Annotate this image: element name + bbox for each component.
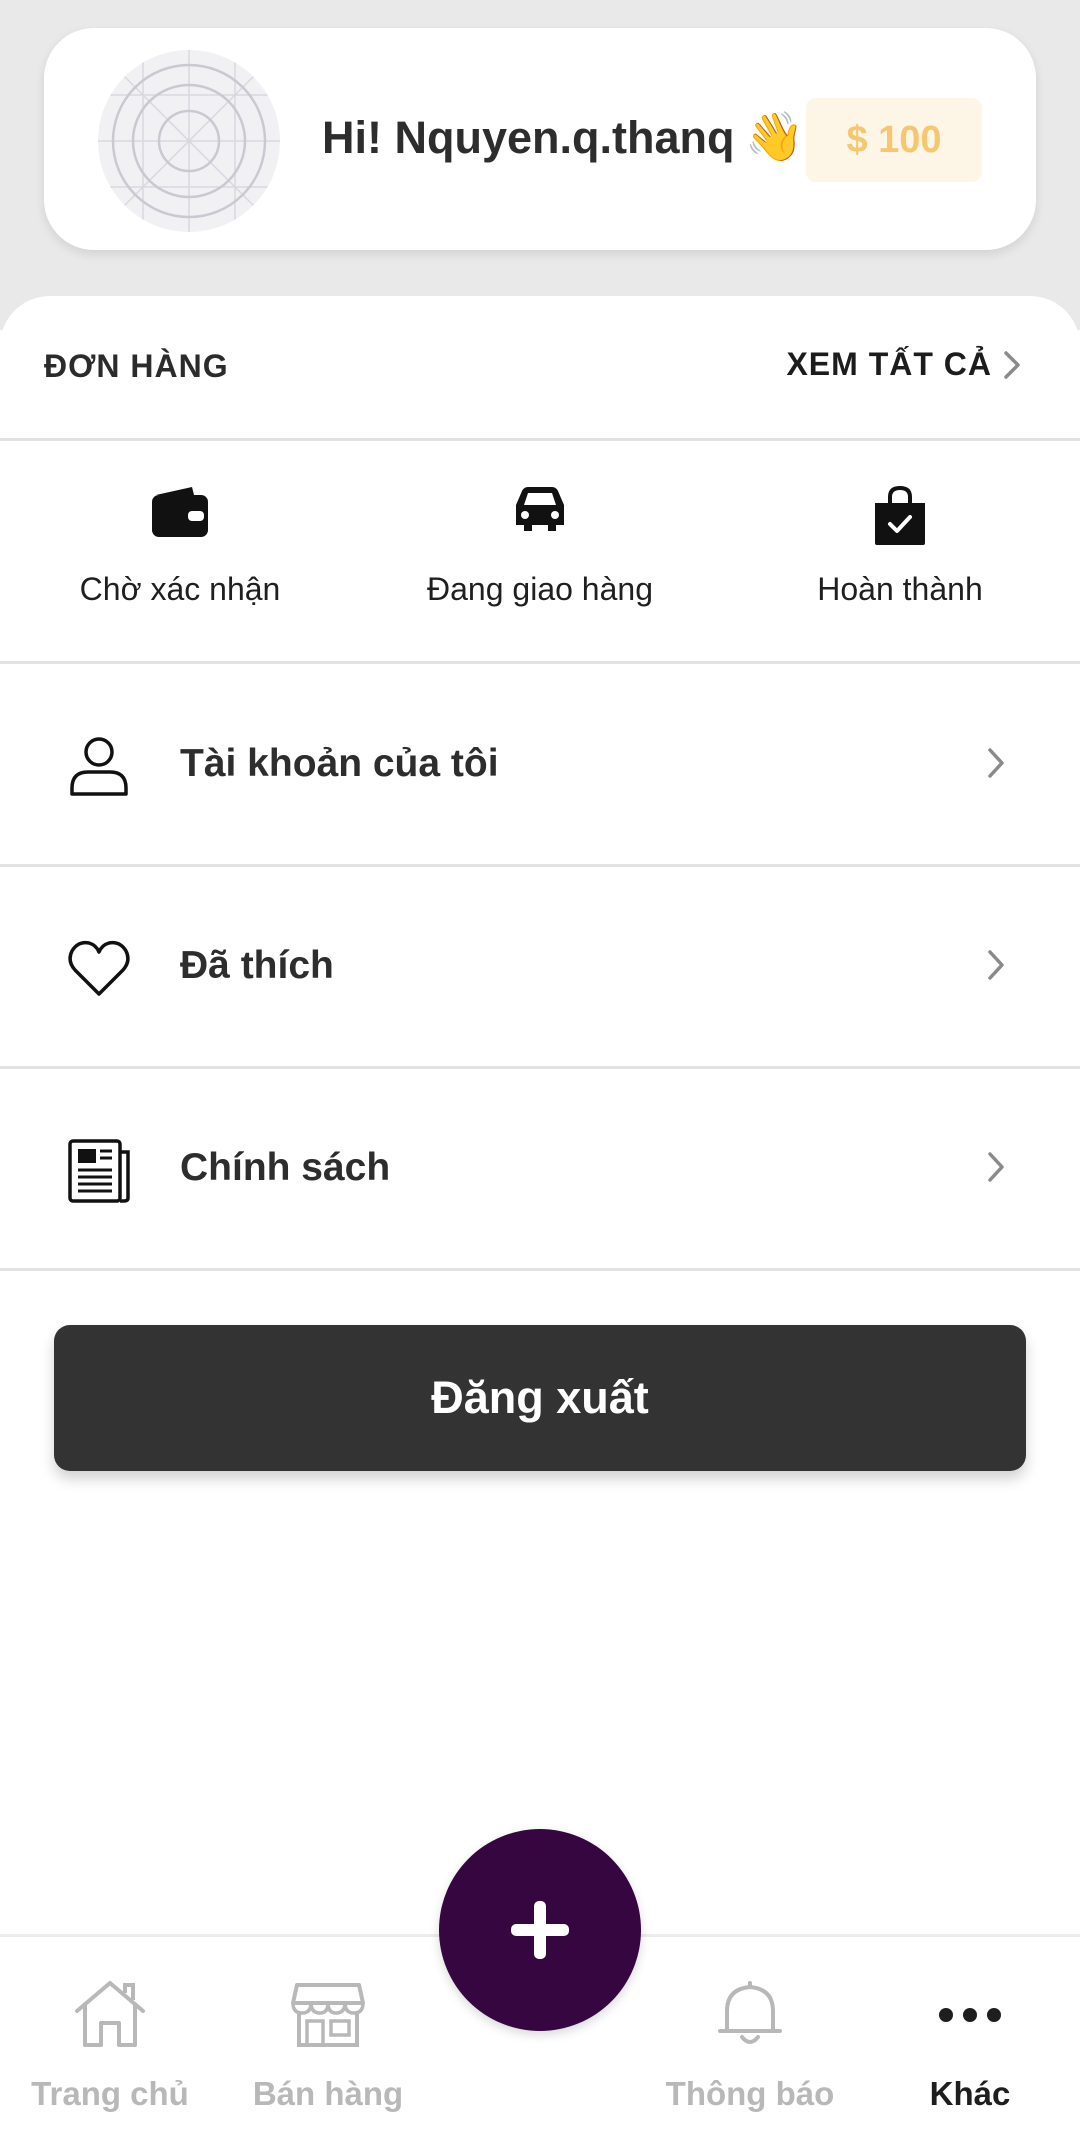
menu-label: Đã thích: [180, 944, 334, 987]
status-label: Chờ xác nhận: [79, 571, 281, 607]
car-icon: [516, 487, 564, 531]
chevron-right-icon: [988, 748, 1004, 778]
nav-label: Khác: [929, 2075, 1011, 2112]
greeting-label: Hi! Nquyen.q.thanq: [322, 112, 735, 163]
logout-button[interactable]: Đăng xuất: [54, 1325, 1026, 1471]
nav-notifications[interactable]: Thông báo: [640, 1937, 860, 2141]
status-label: Đang giao hàng: [427, 571, 653, 607]
nav-label: Thông báo: [665, 2075, 835, 2112]
status-pending-confirmation[interactable]: Chờ xác nhận: [0, 441, 360, 661]
nav-selling[interactable]: Bán hàng: [218, 1937, 438, 2141]
greeting-text: Hi! Nquyen.q.thanq 👋: [322, 108, 804, 165]
status-completed[interactable]: Hoàn thành: [720, 441, 1080, 661]
nav-label: Trang chủ: [31, 2075, 189, 2112]
chevron-right-icon: [988, 950, 1004, 980]
profile-card: Hi! Nquyen.q.thanq 👋 $ 100: [44, 28, 1036, 250]
avatar[interactable]: [98, 50, 280, 232]
nav-home[interactable]: Trang chủ: [0, 1937, 220, 2141]
status-label: Hoàn thành: [817, 571, 983, 607]
menu-label: Chính sách: [180, 1146, 391, 1189]
home-icon: [75, 1981, 145, 2047]
view-all-label: XEM TẤT CẢ: [786, 346, 992, 382]
newspaper-icon: [68, 1139, 130, 1203]
plus-icon: [511, 1901, 569, 1959]
bell-icon: [718, 1981, 782, 2044]
user-icon: [70, 737, 128, 796]
wallet-icon: [152, 487, 208, 537]
view-all-orders-link[interactable]: XEM TẤT CẢ: [786, 346, 1022, 383]
menu-policy[interactable]: Chính sách: [0, 1068, 1080, 1271]
orders-header: ĐƠN HÀNG XEM TẤT CẢ: [0, 296, 1080, 441]
avatar-placeholder-icon: [98, 50, 280, 232]
menu-liked[interactable]: Đã thích: [0, 866, 1080, 1069]
chevron-right-icon: [1004, 350, 1020, 379]
nav-label: Bán hàng: [252, 2075, 404, 2112]
add-post-button[interactable]: [439, 1829, 641, 2031]
more-dots-icon: [939, 2008, 1001, 2022]
status-delivering[interactable]: Đang giao hàng: [360, 441, 720, 661]
chevron-right-icon: [988, 1152, 1004, 1182]
order-status-row: Chờ xác nhận Đang giao hàng Hoàn thành: [0, 441, 1080, 664]
heart-icon: [68, 940, 130, 996]
menu-my-account[interactable]: Tài khoản của tôi: [0, 664, 1080, 867]
nav-more[interactable]: Khác: [860, 1937, 1080, 2141]
menu-label: Tài khoản của tôi: [180, 742, 499, 785]
store-icon: [291, 1983, 365, 2047]
waving-hand-icon: 👋: [744, 111, 805, 164]
shopping-bag-check-icon: [875, 485, 925, 545]
balance-badge[interactable]: $ 100: [806, 98, 982, 182]
orders-title: ĐƠN HÀNG: [44, 348, 229, 384]
